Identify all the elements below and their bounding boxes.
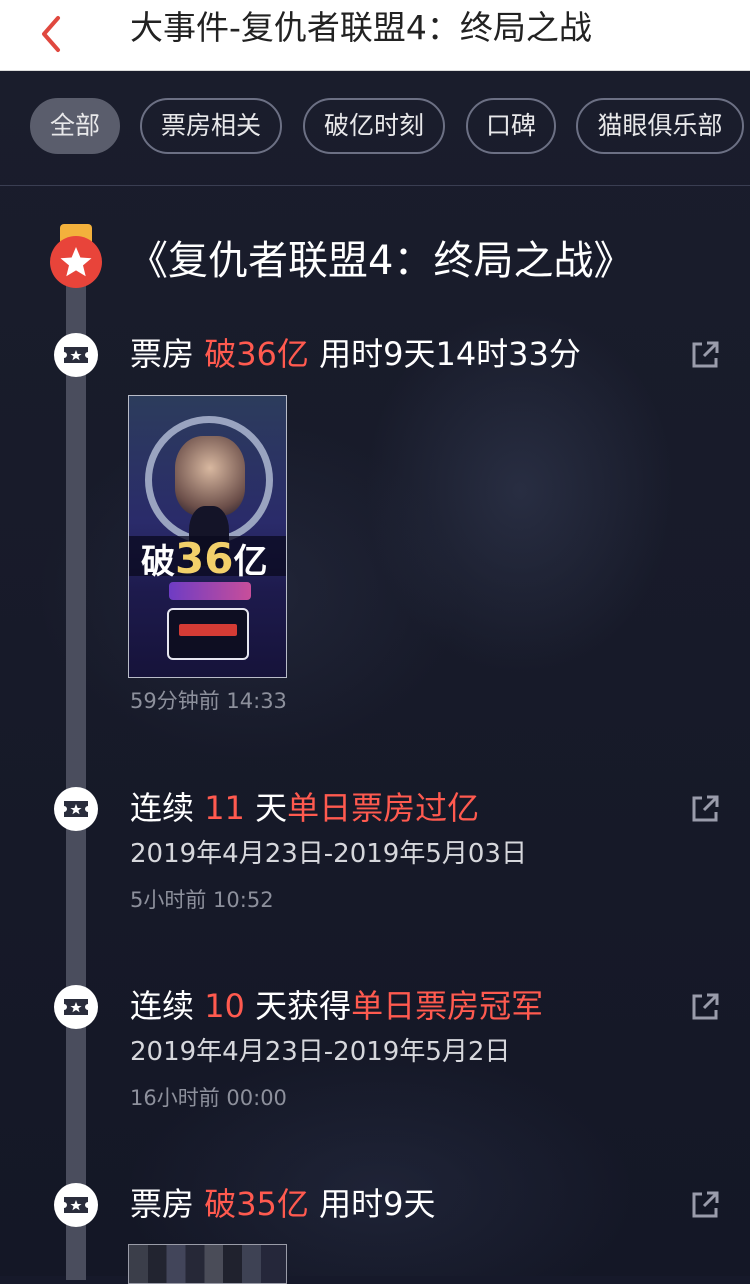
event-time: 59分钟前 14:33 bbox=[130, 689, 287, 713]
event-time: 16小时前 00:00 bbox=[130, 1086, 287, 1110]
share-icon[interactable] bbox=[690, 340, 720, 370]
filter-tabs: 全部 票房相关 破亿时刻 口碑 猫眼俱乐部 bbox=[0, 71, 750, 186]
event-title[interactable]: 票房 破36亿 用时9天14时33分 bbox=[130, 334, 581, 374]
movie-title: 《复仇者联盟4：终局之战》 bbox=[128, 238, 634, 284]
poster-character bbox=[175, 436, 245, 516]
tab-billion-moments[interactable]: 破亿时刻 bbox=[303, 98, 445, 154]
ticket-icon bbox=[54, 333, 98, 377]
event-time: 5小时前 10:52 bbox=[130, 888, 274, 912]
star-icon bbox=[50, 236, 102, 288]
poster-clock-digits bbox=[179, 624, 237, 636]
ticket-icon bbox=[54, 985, 98, 1029]
share-icon[interactable] bbox=[690, 992, 720, 1022]
tab-reviews[interactable]: 口碑 bbox=[466, 98, 556, 154]
back-arrow-icon[interactable] bbox=[34, 14, 74, 54]
poster-headline: 破36亿 bbox=[141, 534, 268, 583]
tab-all[interactable]: 全部 bbox=[30, 98, 120, 154]
header-bar: 大事件-复仇者联盟4：终局之战 bbox=[0, 0, 750, 71]
event-title[interactable]: 连续 11 天单日票房过亿 bbox=[130, 788, 479, 828]
timeline-line bbox=[66, 240, 86, 1280]
event-poster-image[interactable] bbox=[128, 1244, 287, 1284]
event-date-range: 2019年4月23日-2019年5月03日 bbox=[130, 839, 527, 869]
tab-box-office[interactable]: 票房相关 bbox=[140, 98, 282, 154]
share-icon[interactable] bbox=[690, 1190, 720, 1220]
event-poster-image[interactable]: 破36亿 bbox=[128, 395, 287, 678]
ticket-icon bbox=[54, 787, 98, 831]
share-icon[interactable] bbox=[690, 794, 720, 824]
event-title[interactable]: 票房 破35亿 用时9天 bbox=[130, 1184, 435, 1224]
ticket-icon bbox=[54, 1183, 98, 1227]
poster-movie-logo bbox=[169, 582, 251, 600]
poster-clock bbox=[167, 608, 249, 660]
page-title: 大事件-复仇者联盟4：终局之战 bbox=[130, 8, 592, 47]
tab-maoyan-club[interactable]: 猫眼俱乐部 bbox=[576, 98, 744, 154]
event-title[interactable]: 连续 10 天获得单日票房冠军 bbox=[130, 986, 543, 1026]
event-date-range: 2019年4月23日-2019年5月2日 bbox=[130, 1037, 511, 1067]
